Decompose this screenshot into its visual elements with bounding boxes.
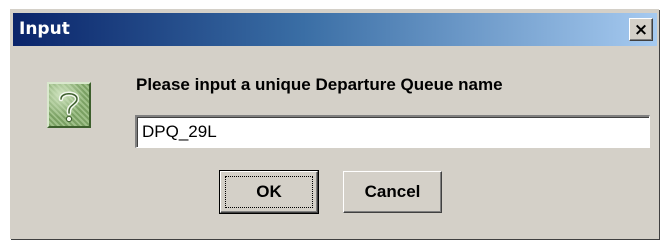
input-dialog: Input × Please input a unique Departure … [10,9,659,239]
close-button[interactable]: × [629,18,653,41]
close-icon: × [633,19,649,40]
question-icon [47,82,91,128]
ok-button[interactable]: OK [219,170,319,214]
window-title: Input [19,19,70,39]
title-bar[interactable]: Input × [13,13,657,46]
prompt-label: Please input a unique Departure Queue na… [136,75,503,94]
queue-name-input[interactable] [135,115,650,148]
cancel-button[interactable]: Cancel [343,171,442,213]
focus-rectangle [225,176,313,208]
cancel-button-label: Cancel [364,182,421,201]
